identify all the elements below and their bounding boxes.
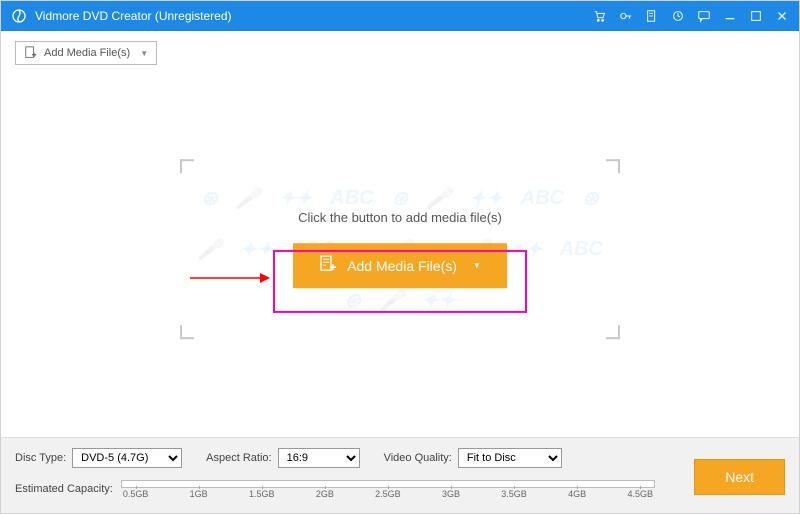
disc-type-label: Disc Type:: [15, 452, 66, 464]
video-quality-select[interactable]: Fit to Disc: [458, 448, 562, 468]
add-media-toolbar-button[interactable]: Add Media File(s) ▼: [15, 41, 157, 65]
key-icon[interactable]: [619, 9, 633, 23]
video-quality-option: Video Quality: Fit to Disc: [384, 448, 562, 468]
cart-icon[interactable]: [593, 9, 607, 23]
capacity-tick: 0.5GB: [123, 489, 149, 499]
aspect-ratio-select[interactable]: 16:9: [278, 448, 360, 468]
app-logo-icon: [11, 8, 27, 24]
history-icon[interactable]: [671, 9, 685, 23]
toolbar: Add Media File(s) ▼: [1, 31, 799, 75]
chevron-down-icon: ▼: [140, 49, 148, 58]
next-button[interactable]: Next: [694, 459, 785, 495]
video-quality-label: Video Quality:: [384, 452, 452, 464]
main-content: ⊛🎤✦✦ABC⊛🎤✦✦ ABC⊛🎤✦✦ABC⊛🎤 ⊛🎤✦✦ABC⊛🎤✦✦ Cli…: [1, 75, 799, 445]
capacity-label: Estimated Capacity:: [15, 483, 113, 495]
capacity-bar: 0.5GB 1GB 1.5GB 2GB 2.5GB 3GB 3.5GB 4GB …: [121, 478, 655, 500]
capacity-tick: 3.5GB: [501, 489, 527, 499]
footer-bar: Disc Type: DVD-5 (4.7G) Aspect Ratio: 16…: [1, 437, 799, 513]
title-bar: Vidmore DVD Creator (Unregistered): [1, 1, 799, 31]
disc-type-select[interactable]: DVD-5 (4.7G): [72, 448, 182, 468]
capacity-tick: 3GB: [442, 489, 460, 499]
corner-marker: [606, 325, 620, 339]
add-file-icon: [319, 255, 337, 276]
titlebar-actions: [593, 9, 789, 23]
capacity-tick: 1.5GB: [249, 489, 275, 499]
capacity-tick: 4GB: [568, 489, 586, 499]
output-options: Disc Type: DVD-5 (4.7G) Aspect Ratio: 16…: [15, 448, 785, 468]
capacity-tick: 2GB: [316, 489, 334, 499]
aspect-ratio-option: Aspect Ratio: 16:9: [206, 448, 359, 468]
maximize-icon[interactable]: [749, 9, 763, 23]
capacity-row: Estimated Capacity: 0.5GB 1GB 1.5GB 2GB …: [15, 478, 785, 500]
capacity-tick: 4.5GB: [627, 489, 653, 499]
drop-hint-text: Click the button to add media file(s): [298, 210, 502, 225]
feedback-icon[interactable]: [697, 9, 711, 23]
chevron-down-icon: ▼: [473, 261, 481, 270]
corner-marker: [180, 159, 194, 173]
window-title: Vidmore DVD Creator (Unregistered): [35, 9, 593, 23]
capacity-tick: 2.5GB: [375, 489, 401, 499]
capacity-ticks: 0.5GB 1GB 1.5GB 2GB 2.5GB 3GB 3.5GB 4GB …: [121, 489, 655, 499]
add-media-main-label: Add Media File(s): [347, 258, 457, 274]
file-icon[interactable]: [645, 9, 659, 23]
add-media-toolbar-label: Add Media File(s): [44, 47, 130, 59]
corner-marker: [180, 325, 194, 339]
drop-zone[interactable]: ⊛🎤✦✦ABC⊛🎤✦✦ ABC⊛🎤✦✦ABC⊛🎤 ⊛🎤✦✦ABC⊛🎤✦✦ Cli…: [180, 159, 620, 339]
minimize-icon[interactable]: [723, 9, 737, 23]
add-media-main-button[interactable]: Add Media File(s) ▼: [293, 243, 507, 288]
aspect-ratio-label: Aspect Ratio:: [206, 452, 271, 464]
close-icon[interactable]: [775, 9, 789, 23]
disc-type-option: Disc Type: DVD-5 (4.7G): [15, 448, 182, 468]
capacity-tick: 1GB: [190, 489, 208, 499]
corner-marker: [606, 159, 620, 173]
add-file-icon: [24, 46, 38, 60]
